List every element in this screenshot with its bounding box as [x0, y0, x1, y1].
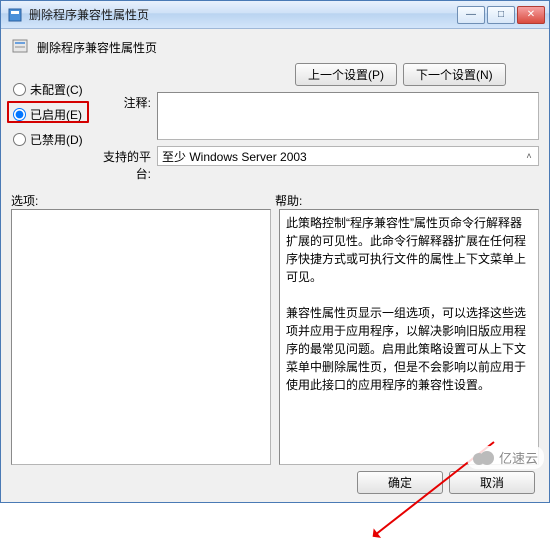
radio-not-configured-input[interactable]: [13, 83, 26, 96]
platform-value: 至少 Windows Server 2003: [162, 148, 307, 165]
radio-disabled-label: 已禁用(D): [30, 131, 83, 148]
radio-not-configured-label: 未配置(C): [30, 81, 83, 98]
help-pane[interactable]: 此策略控制“程序兼容性”属性页命令行解释器扩展的可见性。此命令行解释器扩展在任何…: [279, 209, 539, 465]
footer: 确定 取消: [11, 465, 539, 496]
help-paragraph-2: 兼容性属性页显示一组选项，可以选择这些选项并应用于应用程序，以解决影响旧版应用程…: [286, 304, 532, 394]
dialog-window: 删除程序兼容性属性页 — □ ✕ 删除程序兼容性属性页 未配置(C) 已启用(E…: [0, 0, 550, 503]
page-title: 删除程序兼容性属性页: [37, 37, 157, 56]
window-title: 删除程序兼容性属性页: [29, 6, 457, 23]
cancel-button[interactable]: 取消: [449, 471, 535, 494]
pane-labels: 选项: 帮助:: [11, 182, 539, 209]
help-paragraph-1: 此策略控制“程序兼容性”属性页命令行解释器扩展的可见性。此命令行解释器扩展在任何…: [286, 214, 532, 286]
radio-group: 未配置(C) 已启用(E) 已禁用(D): [11, 63, 89, 148]
header: 删除程序兼容性属性页: [11, 35, 539, 63]
platform-field[interactable]: 至少 Windows Server 2003 ˄: [157, 146, 539, 166]
platform-row: 支持的平台: 至少 Windows Server 2003 ˄: [95, 146, 539, 182]
radio-enabled-label: 已启用(E): [30, 106, 82, 123]
help-label: 帮助:: [275, 192, 539, 209]
top-row: 未配置(C) 已启用(E) 已禁用(D) 上一个设置(P) 下一个设置(N): [11, 63, 539, 182]
caret-icon: ˄: [522, 149, 536, 163]
watermark-text: 亿速云: [499, 448, 538, 467]
close-button[interactable]: ✕: [517, 6, 545, 24]
radio-disabled-input[interactable]: [13, 133, 26, 146]
radio-disabled[interactable]: 已禁用(D): [13, 131, 85, 148]
content-area: 删除程序兼容性属性页 未配置(C) 已启用(E) 已禁用(D): [1, 29, 549, 502]
platform-label: 支持的平台:: [95, 146, 151, 182]
remark-row: 注释:: [95, 92, 539, 140]
nav-buttons: 上一个设置(P) 下一个设置(N): [95, 63, 539, 86]
radio-enabled[interactable]: 已启用(E): [13, 106, 85, 123]
minimize-button[interactable]: —: [457, 6, 485, 24]
prev-setting-button[interactable]: 上一个设置(P): [295, 63, 397, 86]
right-column: 上一个设置(P) 下一个设置(N) 注释: 支持的平台: 至少 Windows …: [95, 63, 539, 182]
panes: 此策略控制“程序兼容性”属性页命令行解释器扩展的可见性。此命令行解释器扩展在任何…: [11, 209, 539, 465]
radio-enabled-input[interactable]: [13, 108, 26, 121]
window-controls: — □ ✕: [457, 6, 545, 24]
options-label: 选项:: [11, 192, 275, 209]
policy-icon: [11, 37, 31, 57]
next-setting-button[interactable]: 下一个设置(N): [403, 63, 506, 86]
watermark: 亿速云: [467, 446, 544, 469]
radio-not-configured[interactable]: 未配置(C): [13, 81, 85, 98]
app-icon: [7, 7, 23, 23]
maximize-button[interactable]: □: [487, 6, 515, 24]
remark-label: 注释:: [95, 92, 151, 111]
remark-textarea[interactable]: [157, 92, 539, 140]
cloud-icon: [473, 451, 495, 465]
titlebar[interactable]: 删除程序兼容性属性页 — □ ✕: [1, 1, 549, 29]
options-pane[interactable]: [11, 209, 271, 465]
ok-button[interactable]: 确定: [357, 471, 443, 494]
